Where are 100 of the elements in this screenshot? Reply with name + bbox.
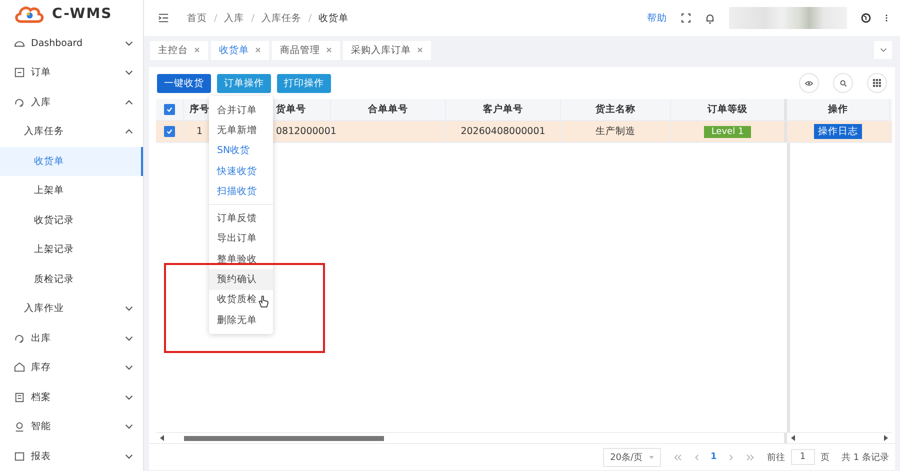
menu-item[interactable]: 无单新增 xyxy=(209,120,273,141)
checkbox[interactable] xyxy=(164,126,175,137)
menu-item[interactable]: SN收货 xyxy=(209,140,273,161)
breadcrumb-item[interactable]: 收货单 xyxy=(318,12,349,24)
cloud-logo-icon xyxy=(14,4,44,24)
sidebar-item[interactable]: 库存 xyxy=(0,353,143,382)
table-cell: 20260408000001 xyxy=(460,126,546,137)
table-cell: 0812000001 xyxy=(276,126,336,137)
sidebar-label: 出库 xyxy=(31,332,52,345)
total-records: 共 1 条记录 xyxy=(842,452,889,464)
menu-item[interactable]: 收货质检 xyxy=(209,290,273,310)
eye-button[interactable] xyxy=(799,73,819,93)
page-size-select[interactable]: 20条/页 xyxy=(603,448,661,466)
sidebar-item[interactable]: 智能 xyxy=(0,412,143,442)
sidebar-label: Dashboard xyxy=(31,38,84,49)
sidebar-item[interactable]: Dashboard xyxy=(0,28,143,58)
sidebar-item[interactable]: 报表 xyxy=(0,442,143,471)
menu-item[interactable]: 导出订单 xyxy=(209,228,273,250)
breadcrumb-item[interactable]: 首页 xyxy=(187,12,207,24)
page-unit-label: 页 xyxy=(820,452,830,464)
columns-button[interactable] xyxy=(867,73,887,93)
goto-label: 前往 xyxy=(766,452,785,464)
sidebar-item[interactable]: 质检记录 xyxy=(0,264,143,294)
close-icon[interactable] xyxy=(326,47,332,53)
chevron-up-icon xyxy=(125,129,133,134)
menu-item[interactable]: 扫描收货 xyxy=(209,181,273,202)
menu-fold-icon[interactable] xyxy=(158,13,169,23)
sidebar-item[interactable]: 收货记录 xyxy=(0,206,143,235)
sidebar-label: 质检记录 xyxy=(34,272,75,286)
sidebar-label: 入库作业 xyxy=(24,302,65,316)
sidebar-item[interactable]: 上架记录 xyxy=(0,235,143,264)
chevron-down-icon xyxy=(125,394,133,400)
breadcrumb-item[interactable]: 入库 xyxy=(224,12,244,24)
scroll-right-icon[interactable] xyxy=(884,435,888,441)
sidebar-item[interactable]: 入库 xyxy=(0,88,143,117)
more-icon[interactable] xyxy=(885,13,888,23)
chevron-down-icon xyxy=(125,306,133,312)
close-icon[interactable] xyxy=(194,47,200,53)
sidebar-item[interactable]: 入库任务 xyxy=(0,117,143,146)
help-link[interactable]: 帮助 xyxy=(647,12,667,24)
chevron-up-icon xyxy=(125,100,133,105)
table-cell: 1 xyxy=(196,126,203,137)
bell-icon[interactable] xyxy=(705,12,715,24)
sidebar-label: 上架单 xyxy=(34,184,65,198)
tab[interactable]: 商品管理 xyxy=(272,40,340,60)
hand-cursor-icon xyxy=(258,295,269,308)
search-button[interactable] xyxy=(833,73,853,93)
tab[interactable]: 主控台 xyxy=(150,40,208,60)
breadcrumb-separator: / xyxy=(251,12,254,24)
menu-item[interactable]: 合并订单 xyxy=(209,100,273,120)
column-header: 操作 xyxy=(828,103,848,116)
column-header: 货主名称 xyxy=(596,103,636,116)
goto-page-field[interactable]: 1 xyxy=(790,449,815,465)
tab-label: 采购入库订单 xyxy=(351,44,411,56)
chevron-down-icon xyxy=(880,48,886,52)
sidebar-label: 库存 xyxy=(31,361,52,374)
scroll-left-icon[interactable] xyxy=(791,435,795,441)
sidebar-label: 上架记录 xyxy=(34,243,75,256)
sidebar-item[interactable]: 档案 xyxy=(0,382,143,412)
menu-item[interactable]: 预约确认 xyxy=(209,269,273,290)
table-cell: 生产制造 xyxy=(596,125,636,138)
sidebar-label: 收货记录 xyxy=(34,214,75,227)
menu-item[interactable]: 订单反馈 xyxy=(209,208,273,229)
breadcrumb-separator: / xyxy=(214,12,218,24)
column-header: 序号 xyxy=(190,103,210,116)
sidebar-item[interactable]: 出库 xyxy=(0,324,143,353)
grid-icon xyxy=(873,79,881,87)
breadcrumb-item[interactable]: 入库任务 xyxy=(261,12,302,24)
fullscreen-icon[interactable] xyxy=(681,13,691,23)
sidebar-item[interactable]: 上架单 xyxy=(0,176,143,206)
sidebar-label: 订单 xyxy=(31,66,52,80)
column-header: 货单号 xyxy=(276,103,306,116)
sidebar-item[interactable]: 订单 xyxy=(0,58,143,88)
sidebar-label: 报表 xyxy=(31,450,52,463)
scroll-left-icon[interactable] xyxy=(160,435,164,441)
column-header: 合单单号 xyxy=(368,103,408,116)
page-number[interactable]: 1 xyxy=(710,452,717,462)
tab-label: 收货单 xyxy=(219,44,249,56)
sidebar-item[interactable]: 收货单 xyxy=(0,146,143,176)
level-tag: Level 1 xyxy=(704,126,751,138)
tab-label: 商品管理 xyxy=(280,44,320,56)
menu-item[interactable]: 整单验收 xyxy=(209,249,273,270)
chevron-down-icon xyxy=(125,40,133,46)
logo-text: C-WMS xyxy=(52,6,112,22)
sidebar-item[interactable]: 入库作业 xyxy=(0,294,143,324)
menu-item[interactable]: 删除无单 xyxy=(209,310,273,330)
close-icon[interactable] xyxy=(417,47,423,53)
toolbar-button[interactable]: 一键收货 xyxy=(157,74,211,92)
tab[interactable]: 收货单 xyxy=(211,40,269,60)
close-icon[interactable] xyxy=(255,47,261,53)
tab[interactable]: 采购入库订单 xyxy=(343,40,431,60)
operation-log-button[interactable]: 操作日志 xyxy=(814,124,862,139)
checkbox[interactable] xyxy=(164,104,175,115)
column-header: 订单等级 xyxy=(708,103,748,116)
column-header: 客户单号 xyxy=(483,103,523,116)
chevron-down-icon xyxy=(125,454,133,459)
search-icon xyxy=(840,80,846,86)
menu-item[interactable]: 快速收货 xyxy=(209,160,273,182)
chevron-down-icon xyxy=(125,424,133,430)
sidebar-label: 智能 xyxy=(31,420,52,434)
